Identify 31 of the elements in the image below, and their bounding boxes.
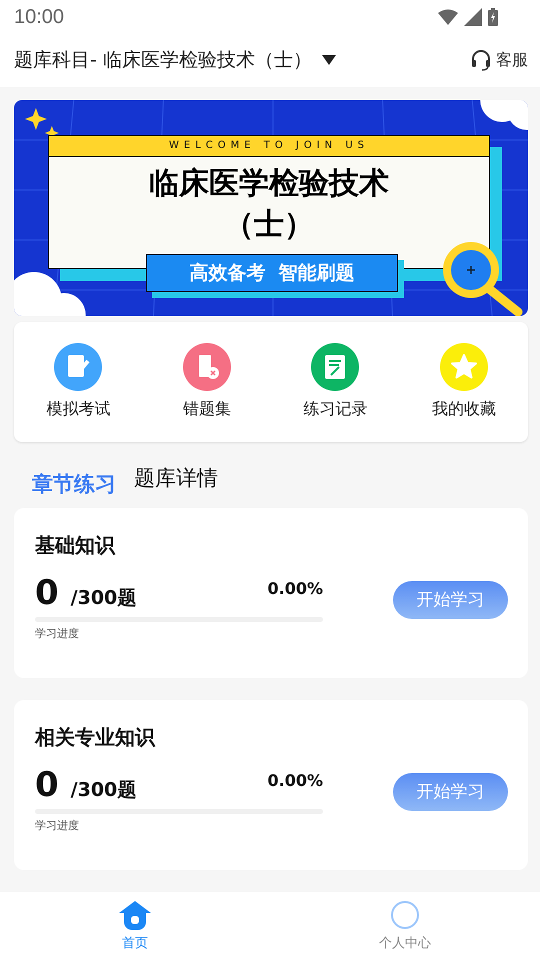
total-count: /300题	[70, 778, 136, 803]
progress-percent: 0.00%	[267, 770, 323, 790]
banner-title: 临床医学检验技术	[148, 164, 390, 203]
progress-label: 学习进度	[35, 818, 80, 833]
chapter-title: 基础知识	[35, 532, 116, 559]
progress-label: 学习进度	[35, 626, 80, 641]
service-link[interactable]: 客服	[496, 50, 528, 71]
shortcut-item[interactable]: 我的收藏	[400, 343, 528, 420]
done-count: 0	[35, 764, 59, 805]
banner-subtitle: （士）	[223, 206, 315, 244]
subject-dropdown[interactable]: 题库科目- 临床医学检验技术（士）	[14, 47, 336, 74]
headset-icon[interactable]	[470, 49, 492, 72]
caret-icon	[322, 55, 336, 66]
section-tab[interactable]: 题库详情	[134, 464, 218, 492]
section-tab[interactable]: 章节练习	[32, 470, 116, 498]
nav-tab[interactable]: 首页	[0, 892, 270, 960]
nav-tab[interactable]: 个人中心	[270, 892, 540, 960]
chapter-title: 相关专业知识	[35, 724, 156, 751]
wifi-icon	[438, 9, 458, 26]
banner-tagline: WELCOME TO JOIN US	[49, 136, 489, 157]
banner[interactable]: WELCOME TO JOIN US 临床医学检验技术 （士） 高效备考 智能刷题	[14, 100, 528, 316]
shortcut-item[interactable]: 错题集	[142, 343, 271, 420]
total-count: /300题	[70, 586, 136, 611]
home-icon	[118, 900, 152, 930]
shortcut-item[interactable]: 模拟考试	[14, 343, 142, 420]
done-count: 0	[35, 572, 59, 613]
signal-icon	[464, 8, 482, 26]
shortcut-item[interactable]: 练习记录	[271, 343, 400, 420]
battery-icon	[488, 8, 498, 26]
status-time: 10:00	[14, 6, 64, 29]
progress-percent: 0.00%	[267, 578, 323, 598]
